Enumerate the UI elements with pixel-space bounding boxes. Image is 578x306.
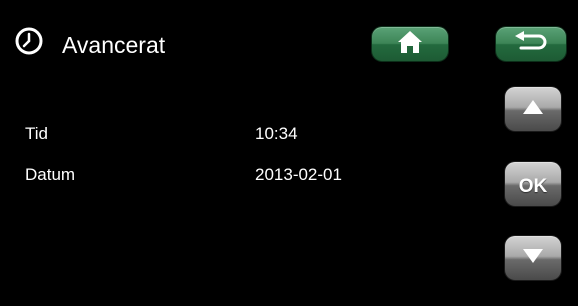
down-arrow-icon [522, 248, 544, 269]
time-value[interactable]: 10:34 [255, 124, 298, 144]
ok-label: OK [518, 176, 548, 197]
up-button[interactable] [505, 87, 561, 131]
home-button[interactable] [372, 27, 448, 61]
ok-button[interactable]: OK [505, 162, 561, 206]
page-title: Avancerat [62, 32, 166, 58]
down-button[interactable] [505, 236, 561, 280]
up-arrow-icon [522, 99, 544, 120]
return-arrow-icon [512, 30, 550, 58]
back-button[interactable] [496, 27, 566, 61]
time-label[interactable]: Tid [25, 124, 48, 144]
date-label[interactable]: Datum [25, 165, 75, 185]
clock-icon [14, 26, 44, 56]
home-icon [397, 30, 423, 59]
date-value[interactable]: 2013-02-01 [255, 165, 342, 185]
